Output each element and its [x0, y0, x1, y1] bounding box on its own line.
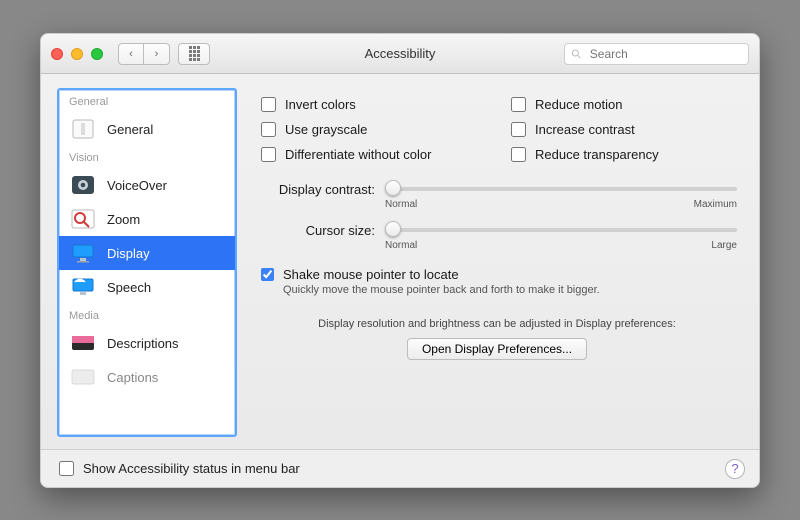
preferences-window: ‹ › Accessibility General General	[40, 33, 760, 488]
shake-pointer-subtext: Quickly move the mouse pointer back and …	[283, 284, 600, 296]
search-field[interactable]	[564, 43, 749, 65]
sidebar-item-label: VoiceOver	[107, 178, 167, 193]
help-button[interactable]: ?	[725, 459, 745, 479]
nav-buttons: ‹ ›	[118, 43, 170, 65]
minimize-window-button[interactable]	[71, 48, 83, 60]
chevron-left-icon: ‹	[129, 48, 133, 60]
checkbox-label: Differentiate without color	[285, 147, 431, 162]
grid-icon	[189, 46, 200, 61]
sidebar-item-voiceover[interactable]: VoiceOver	[59, 168, 235, 202]
shake-pointer-checkbox[interactable]	[261, 268, 274, 281]
sidebar-item-label: General	[107, 122, 153, 137]
search-icon	[571, 48, 582, 60]
slider-min-label: Normal	[385, 240, 417, 251]
cursor-size-slider[interactable]	[385, 228, 737, 232]
zoom-icon	[69, 206, 97, 232]
sidebar-item-label: Captions	[107, 370, 158, 385]
sidebar-item-general[interactable]: General	[59, 112, 235, 146]
checkbox-label: Invert colors	[285, 97, 356, 112]
slider-thumb[interactable]	[385, 221, 401, 237]
close-window-button[interactable]	[51, 48, 63, 60]
content-area: General General Vision VoiceOver Zoom	[41, 74, 759, 449]
reduce-motion-checkbox[interactable]: Reduce motion	[507, 94, 737, 115]
forward-button[interactable]: ›	[144, 43, 170, 65]
sidebar-item-display[interactable]: Display	[59, 236, 235, 270]
zoom-window-button[interactable]	[91, 48, 103, 60]
sidebar-item-label: Zoom	[107, 212, 140, 227]
open-display-preferences-button[interactable]: Open Display Preferences...	[407, 338, 587, 360]
window-controls	[51, 48, 103, 60]
bottom-bar: Show Accessibility status in menu bar ?	[41, 449, 759, 487]
voiceover-icon	[69, 172, 97, 198]
sidebar-section-general: General	[59, 90, 235, 112]
slider-label: Display contrast:	[257, 181, 375, 197]
checkbox-grid: Invert colors Reduce motion Use grayscal…	[257, 94, 737, 165]
sidebar-item-zoom[interactable]: Zoom	[59, 202, 235, 236]
shake-pointer-row: Shake mouse pointer to locate Quickly mo…	[257, 267, 737, 296]
sidebar-section-vision: Vision	[59, 146, 235, 168]
display-contrast-row: Display contrast: Normal Maximum	[257, 181, 737, 210]
show-all-button[interactable]	[178, 43, 210, 65]
sidebar-item-speech[interactable]: Speech	[59, 270, 235, 304]
titlebar: ‹ › Accessibility	[41, 34, 759, 74]
slider-thumb[interactable]	[385, 180, 401, 196]
slider-max-label: Maximum	[694, 199, 737, 210]
display-icon	[69, 240, 97, 266]
display-contrast-slider[interactable]	[385, 187, 737, 191]
slider-label: Cursor size:	[257, 222, 375, 238]
diff-without-color-checkbox[interactable]: Differentiate without color	[257, 144, 487, 165]
show-status-menubar-checkbox[interactable]: Show Accessibility status in menu bar	[55, 458, 300, 479]
sidebar-item-captions[interactable]: Captions	[59, 360, 235, 394]
detail-pane: Invert colors Reduce motion Use grayscal…	[251, 88, 743, 437]
category-sidebar[interactable]: General General Vision VoiceOver Zoom	[57, 88, 237, 437]
sidebar-section-media: Media	[59, 304, 235, 326]
slider-min-label: Normal	[385, 199, 417, 210]
help-icon: ?	[731, 461, 738, 476]
checkbox-label: Increase contrast	[535, 122, 635, 137]
search-input[interactable]	[588, 46, 742, 62]
chevron-right-icon: ›	[155, 48, 159, 60]
checkbox-label: Use grayscale	[285, 122, 367, 137]
slider-max-label: Large	[711, 240, 737, 251]
increase-contrast-checkbox[interactable]: Increase contrast	[507, 119, 737, 140]
invert-colors-checkbox[interactable]: Invert colors	[257, 94, 487, 115]
sidebar-item-label: Display	[107, 246, 150, 261]
shake-pointer-label: Shake mouse pointer to locate	[283, 267, 600, 282]
checkbox-label: Reduce motion	[535, 97, 622, 112]
sidebar-item-label: Descriptions	[107, 336, 179, 351]
speech-icon	[69, 274, 97, 300]
checkbox-label: Show Accessibility status in menu bar	[83, 461, 300, 476]
reduce-transparency-checkbox[interactable]: Reduce transparency	[507, 144, 737, 165]
back-button[interactable]: ‹	[118, 43, 144, 65]
captions-icon	[69, 364, 97, 390]
sidebar-item-label: Speech	[107, 280, 151, 295]
use-grayscale-checkbox[interactable]: Use grayscale	[257, 119, 487, 140]
general-icon	[69, 116, 97, 142]
display-prefs-note: Display resolution and brightness can be…	[257, 318, 737, 330]
descriptions-icon	[69, 330, 97, 356]
sidebar-item-descriptions[interactable]: Descriptions	[59, 326, 235, 360]
checkbox-label: Reduce transparency	[535, 147, 659, 162]
cursor-size-row: Cursor size: Normal Large	[257, 222, 737, 251]
